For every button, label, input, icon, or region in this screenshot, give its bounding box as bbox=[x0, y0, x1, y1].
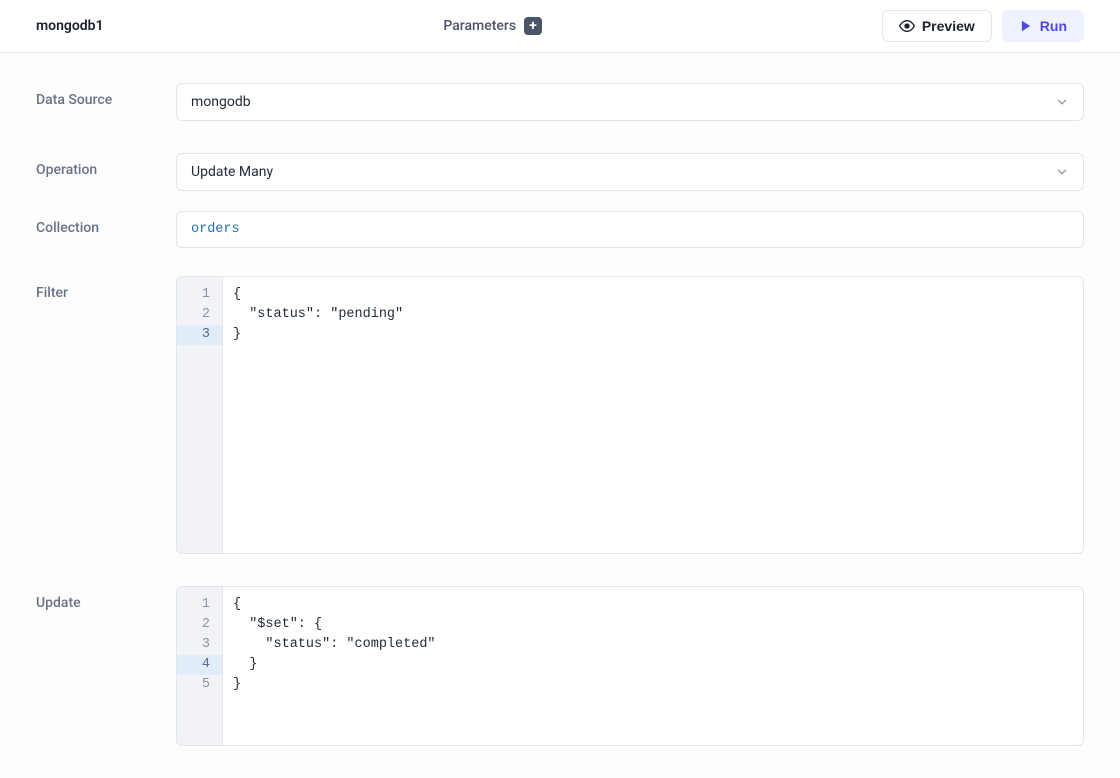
header-actions: Preview Run bbox=[882, 10, 1084, 42]
operation-row: Operation Update Many bbox=[36, 153, 1084, 191]
data-source-label: Data Source bbox=[36, 83, 176, 108]
parameters-label: Parameters bbox=[443, 18, 516, 34]
add-parameter-button[interactable]: + bbox=[524, 17, 542, 35]
parameters-section: Parameters + bbox=[443, 17, 542, 35]
chevron-down-icon bbox=[1055, 95, 1069, 109]
preview-label: Preview bbox=[922, 18, 975, 34]
filter-label: Filter bbox=[36, 276, 176, 301]
collection-label: Collection bbox=[36, 211, 176, 236]
collection-input[interactable] bbox=[176, 211, 1084, 248]
operation-label: Operation bbox=[36, 153, 176, 178]
update-row: Update 12345 { "$set": { "status": "comp… bbox=[36, 586, 1084, 746]
preview-button[interactable]: Preview bbox=[882, 10, 992, 42]
update-code[interactable]: { "$set": { "status": "completed" } } bbox=[223, 587, 1083, 745]
run-label: Run bbox=[1040, 18, 1067, 34]
form-content: Data Source mongodb Operation Update Man… bbox=[0, 53, 1120, 746]
chevron-down-icon bbox=[1055, 165, 1069, 179]
data-source-row: Data Source mongodb bbox=[36, 83, 1084, 121]
operation-select[interactable]: Update Many bbox=[176, 153, 1084, 191]
filter-gutter: 123 bbox=[177, 277, 223, 553]
data-source-select[interactable]: mongodb bbox=[176, 83, 1084, 121]
data-source-value: mongodb bbox=[191, 94, 251, 110]
eye-icon bbox=[899, 18, 915, 34]
collection-row: Collection bbox=[36, 211, 1084, 248]
filter-code[interactable]: { "status": "pending" } bbox=[223, 277, 1083, 553]
update-label: Update bbox=[36, 586, 176, 611]
filter-editor[interactable]: 123 { "status": "pending" } bbox=[176, 276, 1084, 554]
run-button[interactable]: Run bbox=[1002, 10, 1084, 42]
update-editor[interactable]: 12345 { "$set": { "status": "completed" … bbox=[176, 586, 1084, 746]
update-gutter: 12345 bbox=[177, 587, 223, 745]
header-bar: mongodb1 Parameters + Preview Run bbox=[0, 0, 1120, 53]
filter-row: Filter 123 { "status": "pending" } bbox=[36, 276, 1084, 554]
operation-value: Update Many bbox=[191, 164, 273, 180]
query-title: mongodb1 bbox=[36, 18, 104, 34]
play-icon bbox=[1019, 19, 1033, 33]
